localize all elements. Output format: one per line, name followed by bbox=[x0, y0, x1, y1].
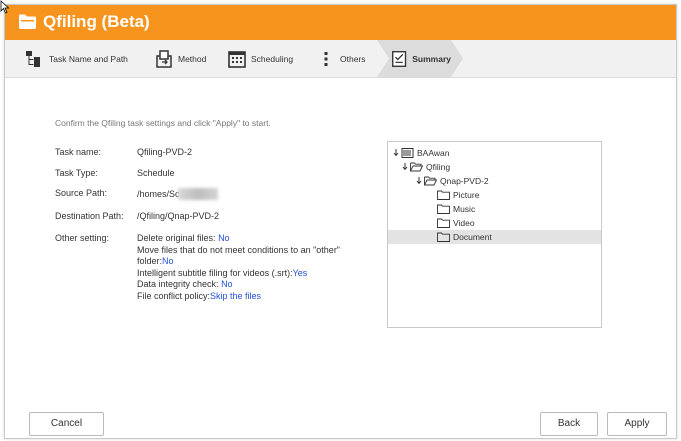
task-name-value: Qfiling-PVD-2 bbox=[137, 147, 193, 157]
step-others[interactable]: Others bbox=[316, 40, 366, 77]
source-path-label: Source Path: bbox=[55, 188, 108, 198]
conflict-policy-line: File conflict policy:Skip the files bbox=[137, 291, 392, 303]
source-path-field: /homes/Sc bbox=[137, 188, 392, 201]
step-method[interactable]: Method bbox=[154, 40, 206, 77]
delete-original-value: No bbox=[218, 233, 230, 243]
calendar-icon bbox=[228, 50, 246, 68]
app-title: Qfiling (Beta) bbox=[43, 12, 150, 31]
tree-node-music[interactable]: Music bbox=[437, 202, 475, 216]
move-files-line: Move files that do not meet conditions t… bbox=[137, 244, 341, 255]
delete-original-line: Delete original files: No bbox=[137, 233, 392, 245]
tree-node-label: Document bbox=[453, 232, 492, 242]
tree-node-qfiling[interactable]: Qfiling bbox=[401, 160, 450, 174]
expand-toggle-icon[interactable] bbox=[392, 149, 400, 157]
other-setting-label: Other setting: bbox=[55, 233, 110, 243]
move-files-icon bbox=[156, 49, 172, 68]
folder-icon bbox=[437, 190, 450, 200]
nas-server-icon bbox=[401, 148, 414, 158]
tree-node-label: Qfiling bbox=[426, 162, 451, 172]
mouse-cursor-icon bbox=[0, 0, 10, 14]
title-bar: Qfiling (Beta) bbox=[5, 5, 676, 40]
step-label: Method bbox=[178, 53, 207, 64]
destination-path-value: /Qfiling/Qnap-PVD-2 bbox=[137, 211, 220, 221]
subtitle-filing-line: Intelligent subtitle filing for videos (… bbox=[137, 268, 392, 280]
open-folder-icon bbox=[410, 162, 423, 172]
tree-node-label: BAAwan bbox=[417, 148, 450, 158]
conflict-policy-label: File conflict policy: bbox=[137, 290, 211, 301]
expand-toggle-icon[interactable] bbox=[401, 163, 409, 171]
source-path-value: /homes/Sc bbox=[137, 189, 180, 199]
qfiling-window: Qfiling (Beta) Task Name and Path Method bbox=[4, 4, 677, 439]
open-folder-icon bbox=[424, 176, 437, 186]
summary-panel: Confirm the Qfiling task settings and cl… bbox=[5, 78, 676, 398]
task-name-label: Task name: bbox=[55, 147, 102, 157]
tree-node-video[interactable]: Video bbox=[437, 216, 475, 230]
tree-node-root[interactable]: BAAwan bbox=[392, 146, 449, 160]
back-button[interactable]: Back bbox=[540, 412, 598, 436]
destination-path-label: Destination Path: bbox=[55, 211, 124, 221]
step-label: Scheduling bbox=[251, 53, 294, 64]
intro-text: Confirm the Qfiling task settings and cl… bbox=[55, 118, 271, 128]
subtitle-filing-label: Intelligent subtitle filing for videos (… bbox=[137, 267, 293, 278]
step-label: Task Name and Path bbox=[49, 53, 128, 64]
move-files-line-2: folder:No bbox=[137, 256, 392, 268]
tree-node-document[interactable]: Document bbox=[388, 230, 601, 244]
expand-toggle-icon[interactable] bbox=[415, 177, 423, 185]
task-type-value: Schedule bbox=[137, 168, 175, 178]
delete-original-label: Delete original files: bbox=[137, 233, 216, 243]
move-files-label: folder: bbox=[137, 256, 163, 266]
tree-node-label: Qnap-PVD-2 bbox=[440, 176, 489, 186]
integrity-check-line: Data integrity check: No bbox=[137, 279, 392, 291]
integrity-check-label: Data integrity check: bbox=[137, 279, 219, 289]
folder-icon bbox=[437, 232, 450, 242]
task-type-label: Task Type: bbox=[55, 168, 98, 178]
tree-node-label: Music bbox=[453, 204, 476, 214]
step-task-name-and-path[interactable]: Task Name and Path bbox=[25, 40, 128, 77]
step-scheduling[interactable]: Scheduling bbox=[227, 40, 293, 77]
tree-node-qnap-pvd-2[interactable]: Qnap-PVD-2 bbox=[415, 174, 489, 188]
step-label: Summary bbox=[412, 53, 451, 64]
tree-node-label: Video bbox=[453, 218, 475, 228]
redacted-blur bbox=[177, 188, 218, 200]
more-vertical-icon bbox=[324, 51, 328, 66]
tree-node-label: Picture bbox=[453, 190, 480, 200]
step-label: Others bbox=[340, 53, 366, 64]
folder-icon bbox=[19, 14, 36, 29]
integrity-check-value: No bbox=[221, 279, 233, 289]
apply-button[interactable]: Apply bbox=[607, 412, 667, 436]
folder-tree-icon bbox=[26, 50, 40, 67]
wizard-steps: Task Name and Path Method Scheduling Oth… bbox=[5, 40, 676, 78]
tree-node-picture[interactable]: Picture bbox=[437, 188, 479, 202]
step-arrow-shape bbox=[451, 40, 463, 77]
folder-icon bbox=[437, 218, 450, 228]
conflict-policy-value: Skip the files bbox=[210, 290, 262, 301]
folder-icon bbox=[437, 204, 450, 214]
summary-icon bbox=[392, 50, 407, 67]
move-files-value: No bbox=[162, 256, 174, 266]
other-setting-values: Delete original files: No Move files tha… bbox=[137, 233, 392, 302]
subtitle-filing-value: Yes bbox=[292, 267, 308, 278]
step-arrow-notch bbox=[377, 40, 389, 77]
destination-folder-tree: BAAwan Qfiling Qnap-PVD-2 Picture Music bbox=[387, 141, 602, 328]
cancel-button[interactable]: Cancel bbox=[29, 412, 104, 436]
